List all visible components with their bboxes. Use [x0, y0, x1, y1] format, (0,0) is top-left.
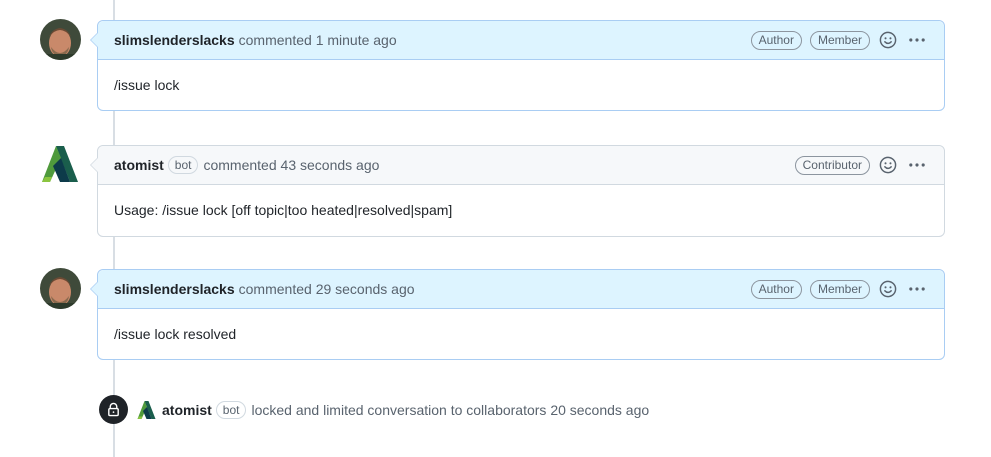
comment: atomist bot commented 43 seconds ago Con… [90, 145, 945, 237]
atomist-logo-icon[interactable] [137, 400, 157, 420]
event-text: locked and limited conversation to colla… [251, 401, 547, 418]
comment: slimslenderslacks commented 1 minute ago… [90, 20, 945, 111]
member-badge: Member [809, 279, 870, 299]
bot-username[interactable]: atomist [114, 157, 164, 173]
bot-badge: bot [215, 400, 247, 419]
event-timestamp[interactable]: 20 seconds ago [550, 402, 649, 418]
kebab-horizontal-icon[interactable] [906, 278, 928, 300]
contributor-badge: Contributor [794, 155, 870, 175]
member-badge: Member [809, 30, 870, 50]
avatar[interactable] [40, 268, 81, 309]
author-badge: Author [750, 30, 802, 50]
bot-badge: bot [167, 156, 199, 174]
comment-timestamp[interactable]: 43 seconds ago [281, 157, 380, 173]
comment-header: slimslenderslacks commented 1 minute ago… [98, 21, 944, 60]
comment-action: commented [238, 32, 312, 48]
kebab-horizontal-icon[interactable] [906, 29, 928, 51]
smiley-icon[interactable] [877, 278, 899, 300]
author-username[interactable]: slimslenderslacks [114, 32, 235, 48]
comment-timestamp[interactable]: 1 minute ago [316, 32, 397, 48]
comment-header: slimslenderslacks commented 29 seconds a… [98, 270, 944, 309]
smiley-icon[interactable] [877, 154, 899, 176]
comment-body: /issue lock resolved [114, 326, 237, 342]
event-username[interactable]: atomist [162, 402, 212, 418]
avatar[interactable] [40, 19, 81, 60]
comment-action: commented [238, 281, 312, 297]
author-username[interactable]: slimslenderslacks [114, 281, 235, 297]
comment-timestamp[interactable]: 29 seconds ago [316, 281, 415, 297]
comment: slimslenderslacks commented 29 seconds a… [90, 269, 945, 360]
author-badge: Author [750, 279, 802, 299]
comment-action: commented [203, 157, 277, 173]
comment-header: atomist bot commented 43 seconds ago Con… [98, 146, 944, 185]
comment-body: /issue lock [114, 77, 180, 93]
lock-event: atomist bot locked and limited conversat… [99, 395, 649, 424]
smiley-icon[interactable] [877, 29, 899, 51]
kebab-horizontal-icon[interactable] [906, 154, 928, 176]
lock-icon [99, 395, 128, 424]
comment-body: Usage: /issue lock [off topic|too heated… [114, 202, 453, 218]
atomist-logo-icon[interactable] [42, 144, 80, 184]
